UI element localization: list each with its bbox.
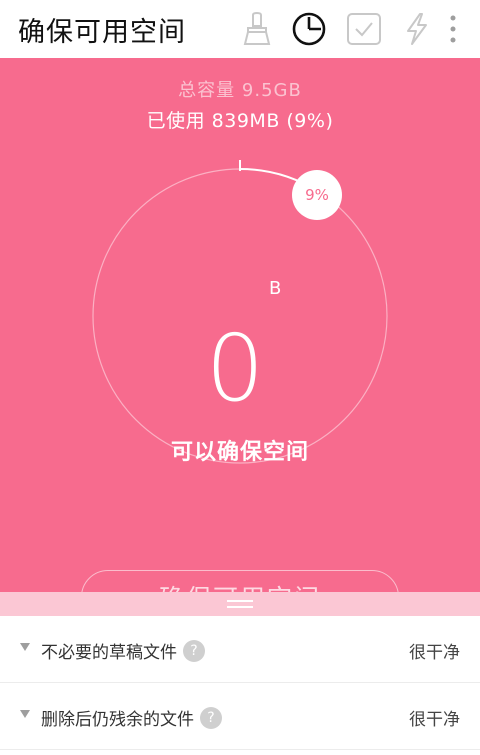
help-icon[interactable]: ? [200, 707, 222, 729]
broom-icon[interactable] [238, 10, 276, 48]
reclaimable-caption: 可以确保空间 [170, 440, 309, 465]
more-vert-icon[interactable] [438, 10, 468, 48]
help-icon[interactable]: ? [183, 640, 205, 662]
usage-percent-badge: 9% [292, 170, 342, 220]
list-item-residual-files[interactable]: 删除后仍残余的文件? 很干净 [0, 683, 480, 750]
chevron-down-icon [20, 643, 30, 651]
list-item-status: 很干净 [409, 643, 460, 663]
storage-panel: 总容量 9.5GB 已使用 839MB (9%) 9% 0 B 可以确保空间 确… [0, 58, 480, 624]
list-item-draft-files[interactable]: 不必要的草稿文件? 很干净 [0, 616, 480, 683]
chevron-down-icon [20, 710, 30, 718]
reclaimable-unit: B [269, 278, 282, 299]
checkbox-icon[interactable] [345, 10, 383, 48]
reclaimable-value: 0 [205, 315, 265, 422]
pie-chart-icon[interactable] [290, 10, 328, 48]
list-item-status: 很干净 [409, 710, 460, 730]
page-title: 确保可用空间 [18, 17, 186, 48]
drag-handle-icon [227, 600, 253, 608]
list-item-label: 删除后仍残余的文件 [41, 710, 194, 730]
lightning-icon[interactable] [398, 10, 436, 48]
list-item-label: 不必要的草稿文件 [41, 643, 177, 663]
app-bar: 确保可用空间 [0, 0, 480, 59]
drag-handle[interactable] [0, 592, 480, 616]
